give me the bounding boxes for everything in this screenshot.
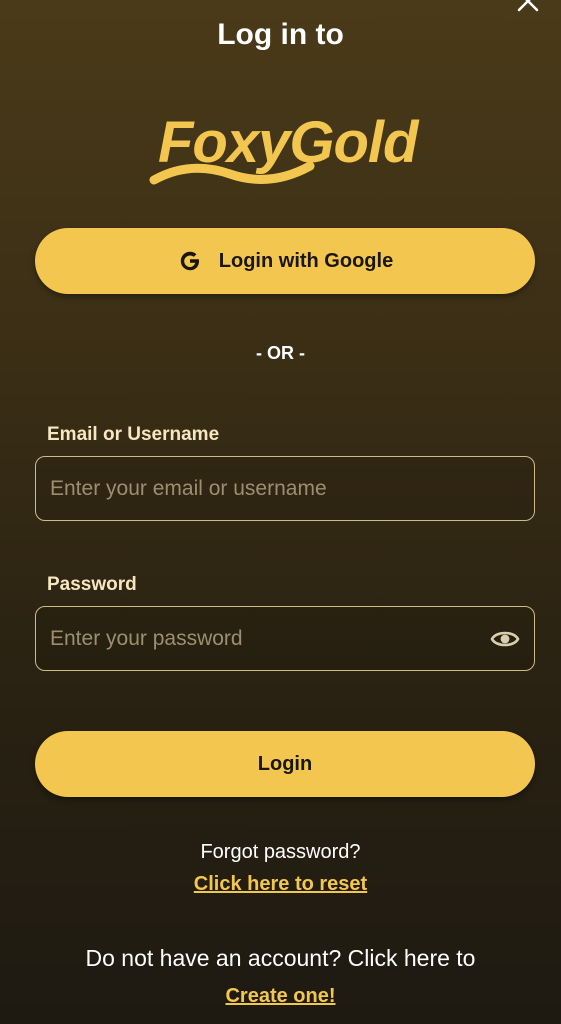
email-label: Email or Username [47,424,220,445]
eye-icon [490,631,520,647]
create-account-link[interactable]: Create one! [225,985,335,1007]
reset-password-link[interactable]: Click here to reset [194,873,367,895]
email-input[interactable] [36,457,534,520]
foxygold-logo: FoxyGold [149,100,421,186]
show-password-toggle[interactable] [490,625,520,653]
or-divider: - OR - [256,343,305,363]
password-input[interactable] [36,607,534,670]
login-with-google-button[interactable]: Login with Google [35,228,535,294]
reset-password-link-row: Click here to reset [0,873,561,896]
password-field-container [35,606,535,671]
login-button-label: Login [257,752,313,775]
google-g-icon [177,248,203,274]
password-label: Password [47,574,137,595]
no-account-text: Do not have an account? Click here to [85,945,476,971]
page-title: Log in to [217,18,344,51]
create-account-link-row: Create one! [0,985,561,1008]
close-button[interactable] [513,0,543,16]
google-button-label: Login with Google [218,249,394,272]
forgot-password-text: Forgot password? [200,841,361,863]
email-field-container [35,456,535,521]
close-icon [517,0,539,12]
login-button[interactable]: Login [35,731,535,797]
